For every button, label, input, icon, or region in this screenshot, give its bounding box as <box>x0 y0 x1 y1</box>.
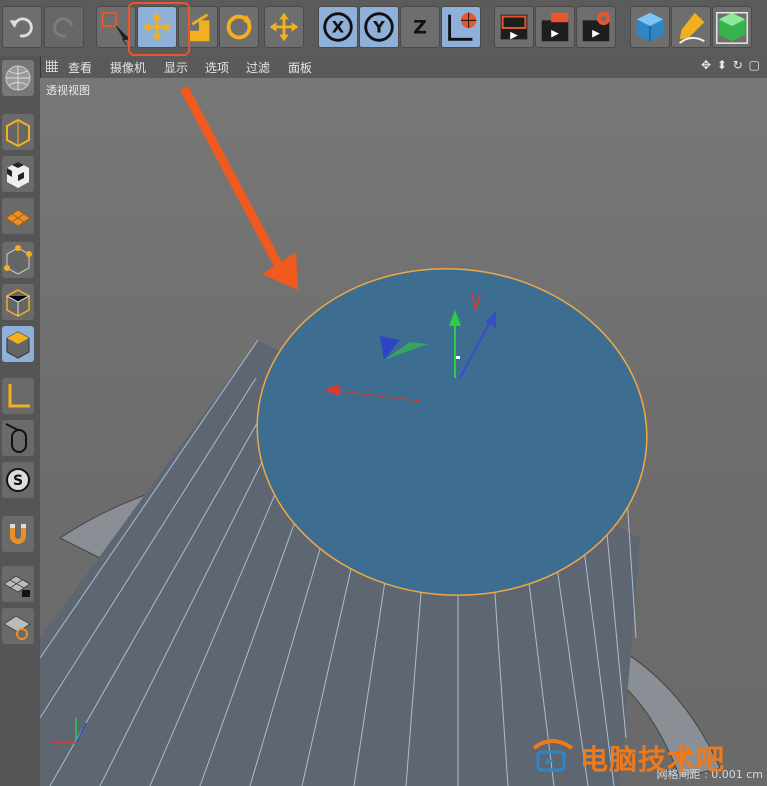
rotate-tool-button[interactable] <box>219 6 259 48</box>
redo-icon <box>53 17 74 38</box>
polygon-mode-button[interactable] <box>2 326 34 362</box>
y-axis-text: Y <box>372 18 385 37</box>
z-axis-text: Z <box>413 17 427 39</box>
make-editable-button[interactable] <box>2 60 34 96</box>
undo-button[interactable] <box>2 6 42 48</box>
cube-icon <box>636 12 664 42</box>
checker-cube-icon <box>7 162 29 188</box>
edge-mode-button[interactable] <box>2 284 34 320</box>
render-settings-icon <box>582 11 611 42</box>
solo-mode-button[interactable]: S <box>2 462 34 498</box>
move-alt-button[interactable] <box>264 6 304 48</box>
move-tool-highlight <box>128 2 190 56</box>
render-view-icon <box>500 14 528 40</box>
undo-icon <box>9 17 33 38</box>
texture-mode-button[interactable] <box>2 156 34 192</box>
coordinate-system-button[interactable] <box>441 6 481 48</box>
workplane-align-button[interactable] <box>2 608 34 644</box>
snap-button[interactable] <box>2 516 34 552</box>
menu-options[interactable]: 选项 <box>205 59 229 76</box>
primitive-button[interactable] <box>712 6 752 48</box>
cube-object-button[interactable] <box>630 6 670 48</box>
x-axis-lock-button[interactable]: X <box>318 6 358 48</box>
render-settings-button[interactable] <box>576 6 616 48</box>
magnet-icon <box>10 524 26 544</box>
viewport-menubar: 查看 摄像机 显示 选项 过滤 面板 ✥ ⬍ ↻ ▢ <box>40 56 767 78</box>
solo-icon: S <box>6 468 30 492</box>
svg-text:S: S <box>13 473 23 489</box>
app-window: X Y Z 查看 摄像机 显示 选项 过滤 面板 ✥ ⬍ ↻ ▢ S 透视视图 … <box>0 0 767 786</box>
polygons-icon <box>6 331 30 359</box>
watermark-text: 电脑技术吧 <box>580 743 726 776</box>
pen-icon <box>678 12 705 44</box>
primitive-icon <box>716 12 748 44</box>
sphere-grid-icon <box>5 65 31 91</box>
menu-display[interactable]: 显示 <box>164 59 188 76</box>
point-mode-button[interactable] <box>2 242 34 278</box>
render-picture-viewer-button[interactable] <box>535 6 575 48</box>
grid-rotate-icon <box>3 615 31 640</box>
tweak-mode-button[interactable] <box>2 420 34 456</box>
pen-spline-button[interactable] <box>671 6 711 48</box>
perspective-viewport[interactable]: 透视视图 网格间距 : 0.001 cm <box>40 78 767 786</box>
watermark-logo-icon <box>532 739 574 772</box>
y-axis-icon: Y <box>364 12 394 42</box>
left-palette: S <box>0 56 41 786</box>
edges-icon <box>6 289 30 317</box>
x-axis-icon: X <box>323 12 353 42</box>
menu-filter[interactable]: 过滤 <box>246 59 270 76</box>
menu-panel[interactable]: 面板 <box>288 59 312 76</box>
menu-cameras[interactable]: 摄像机 <box>110 59 146 76</box>
rotate-icon <box>226 14 252 40</box>
axis-mode-button[interactable] <box>2 378 34 414</box>
workplane-icon <box>5 209 31 227</box>
move-alt-icon <box>269 12 299 42</box>
mouse-icon <box>5 423 27 453</box>
workplane-mode-button[interactable] <box>2 198 34 234</box>
render-picture-viewer-icon <box>541 12 569 42</box>
scene-canvas <box>40 267 721 786</box>
redo-button[interactable] <box>44 6 84 48</box>
viewport-grid-icon[interactable] <box>46 60 58 72</box>
z-axis-icon: Z <box>413 17 427 39</box>
grid-lock-icon <box>3 575 31 597</box>
main-toolbar: X Y Z <box>0 0 767 57</box>
coordinate-system-icon <box>448 12 477 41</box>
axis-icon <box>8 384 30 408</box>
y-axis-lock-button[interactable]: Y <box>359 6 399 48</box>
menu-view[interactable]: 查看 <box>68 59 92 76</box>
watermark: 电脑技术吧 <box>528 736 764 776</box>
points-icon <box>4 245 32 275</box>
z-axis-lock-button[interactable]: Z <box>400 6 440 48</box>
model-icon <box>6 118 30 148</box>
x-axis-text: X <box>332 18 345 37</box>
workplane-lock-button[interactable] <box>2 566 34 602</box>
render-view-button[interactable] <box>494 6 534 48</box>
viewport-nav-icons[interactable]: ✥ ⬍ ↻ ▢ <box>701 58 761 72</box>
viewport-title: 透视视图 <box>46 84 90 97</box>
model-mode-button[interactable] <box>2 114 34 150</box>
